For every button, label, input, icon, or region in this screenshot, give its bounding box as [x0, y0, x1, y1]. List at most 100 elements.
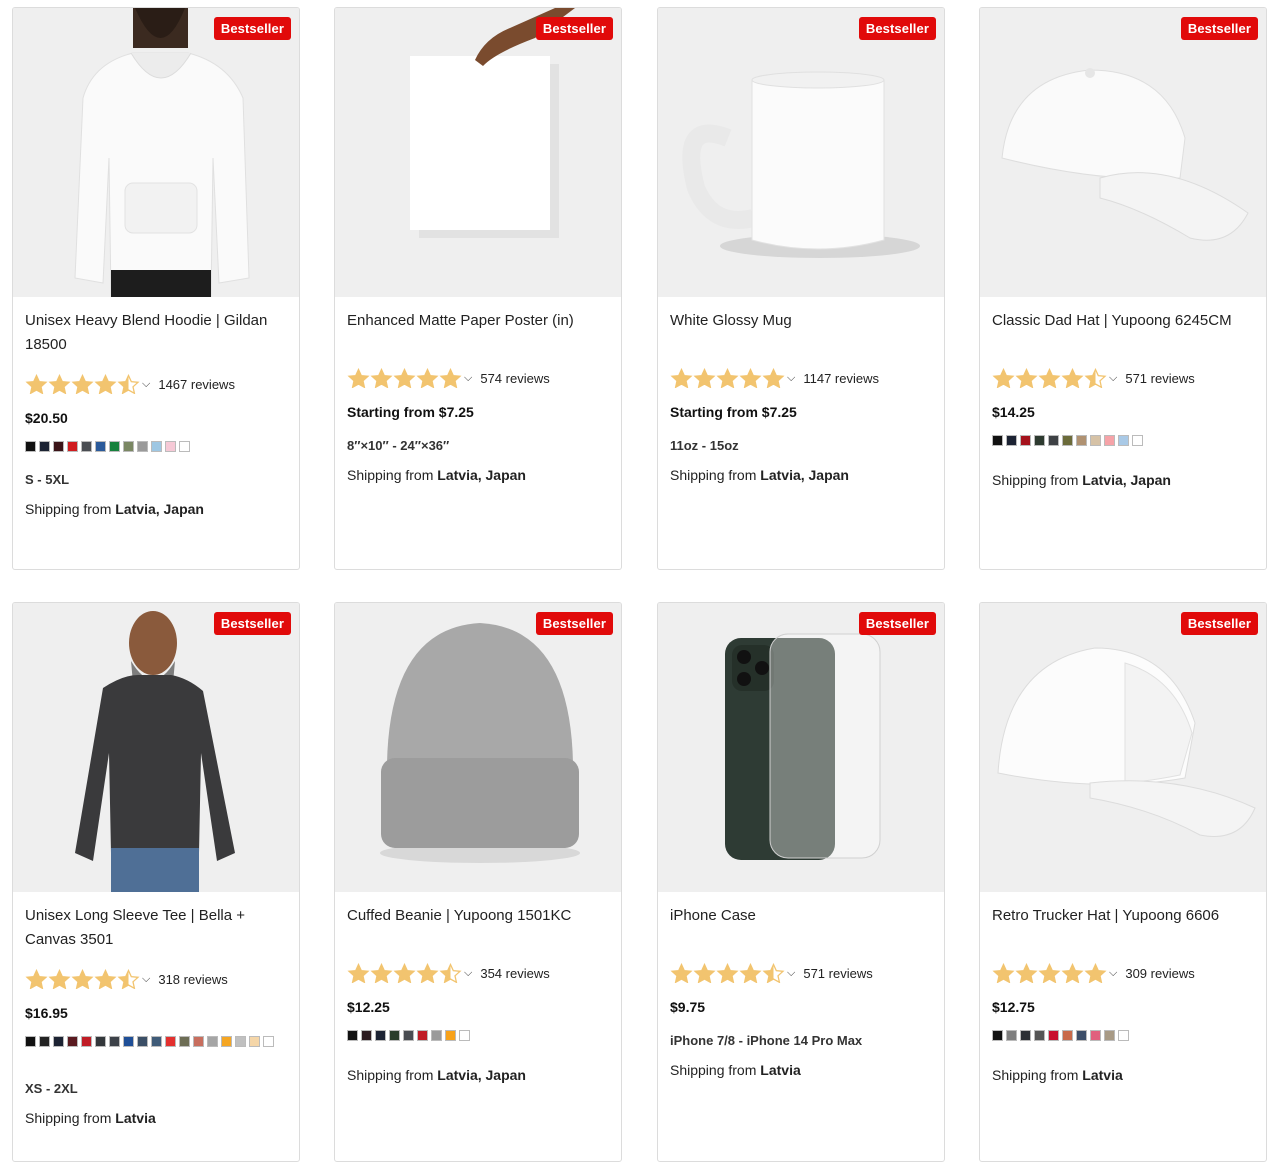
color-swatch[interactable]: [221, 1036, 232, 1047]
color-swatch[interactable]: [39, 1036, 50, 1047]
product-card[interactable]: Bestseller Retro Trucker Hat | Yupoong 6…: [979, 602, 1267, 1162]
color-swatch[interactable]: [165, 1036, 176, 1047]
color-swatch[interactable]: [417, 1030, 428, 1041]
color-swatch[interactable]: [109, 441, 120, 452]
color-swatch[interactable]: [123, 1036, 134, 1047]
color-swatch[interactable]: [992, 435, 1003, 446]
color-swatch[interactable]: [361, 1030, 372, 1041]
color-swatch[interactable]: [25, 1036, 36, 1047]
color-swatch[interactable]: [1006, 1030, 1017, 1041]
color-swatch[interactable]: [123, 441, 134, 452]
review-count[interactable]: 571 reviews: [803, 966, 872, 981]
color-swatch[interactable]: [67, 441, 78, 452]
color-swatch[interactable]: [389, 1030, 400, 1041]
product-image-mug[interactable]: Bestseller: [658, 8, 944, 297]
color-swatch[interactable]: [1104, 1030, 1115, 1041]
rating[interactable]: ⌵ 1147 reviews: [670, 368, 879, 388]
color-swatch[interactable]: [1034, 1030, 1045, 1041]
color-swatch[interactable]: [445, 1030, 456, 1041]
product-title[interactable]: Retro Trucker Hat | Yupoong 6606: [992, 904, 1254, 928]
color-swatch[interactable]: [137, 1036, 148, 1047]
product-card[interactable]: Bestseller White Glossy Mug ⌵ 1147 revie…: [657, 7, 945, 570]
color-swatch[interactable]: [81, 441, 92, 452]
chevron-down-icon[interactable]: ⌵: [787, 372, 795, 385]
color-swatch[interactable]: [1006, 435, 1017, 446]
color-swatch[interactable]: [347, 1030, 358, 1041]
color-swatch[interactable]: [1090, 1030, 1101, 1041]
product-title[interactable]: Enhanced Matte Paper Poster (in): [347, 309, 609, 333]
product-card[interactable]: Bestseller Classic Dad Hat | Yupoong 624…: [979, 7, 1267, 570]
color-swatch[interactable]: [459, 1030, 470, 1041]
product-image-trucker-hat[interactable]: Bestseller: [980, 603, 1266, 892]
color-swatch[interactable]: [235, 1036, 246, 1047]
product-image-dad-hat[interactable]: Bestseller: [980, 8, 1266, 297]
product-image-poster[interactable]: Bestseller: [335, 8, 621, 297]
rating[interactable]: ⌵ 571 reviews: [992, 368, 1195, 388]
product-card[interactable]: Bestseller Unisex Long Sleeve Tee | Bell…: [12, 602, 300, 1162]
color-swatch[interactable]: [1062, 435, 1073, 446]
product-title[interactable]: Unisex Heavy Blend Hoodie | Gildan 18500: [25, 309, 287, 357]
product-card[interactable]: Bestseller Cuffed Beanie | Yupoong 1501K…: [334, 602, 622, 1162]
color-swatch[interactable]: [375, 1030, 386, 1041]
color-swatch[interactable]: [1048, 1030, 1059, 1041]
color-swatch[interactable]: [207, 1036, 218, 1047]
color-swatch[interactable]: [165, 441, 176, 452]
review-count[interactable]: 1467 reviews: [158, 377, 235, 392]
color-swatch[interactable]: [1118, 435, 1129, 446]
product-image-long-sleeve-tee[interactable]: Bestseller: [13, 603, 299, 892]
chevron-down-icon[interactable]: ⌵: [464, 967, 472, 980]
color-swatch[interactable]: [1062, 1030, 1073, 1041]
review-count[interactable]: 574 reviews: [480, 371, 549, 386]
chevron-down-icon[interactable]: ⌵: [142, 973, 150, 986]
chevron-down-icon[interactable]: ⌵: [787, 967, 795, 980]
product-card[interactable]: Bestseller Unisex Heavy Blend Hoodie | G…: [12, 7, 300, 570]
rating[interactable]: ⌵ 354 reviews: [347, 963, 550, 983]
color-swatch[interactable]: [1020, 1030, 1031, 1041]
color-swatch[interactable]: [1034, 435, 1045, 446]
color-swatch[interactable]: [67, 1036, 78, 1047]
product-image-beanie[interactable]: Bestseller: [335, 603, 621, 892]
product-title[interactable]: iPhone Case: [670, 904, 932, 928]
product-image-iphone-case[interactable]: Bestseller: [658, 603, 944, 892]
chevron-down-icon[interactable]: ⌵: [464, 372, 472, 385]
review-count[interactable]: 318 reviews: [158, 972, 227, 987]
product-image-hoodie[interactable]: Bestseller: [13, 8, 299, 297]
color-swatch[interactable]: [151, 1036, 162, 1047]
color-swatch[interactable]: [137, 441, 148, 452]
color-swatch[interactable]: [179, 1036, 190, 1047]
rating[interactable]: ⌵ 1467 reviews: [25, 374, 235, 394]
color-swatch[interactable]: [431, 1030, 442, 1041]
color-swatch[interactable]: [95, 1036, 106, 1047]
product-card[interactable]: Bestseller Enhanced Matte Paper Poster (…: [334, 7, 622, 570]
color-swatch[interactable]: [39, 441, 50, 452]
color-swatch[interactable]: [53, 441, 64, 452]
product-title[interactable]: White Glossy Mug: [670, 309, 932, 333]
color-swatch[interactable]: [1104, 435, 1115, 446]
chevron-down-icon[interactable]: ⌵: [142, 378, 150, 391]
rating[interactable]: ⌵ 318 reviews: [25, 969, 228, 989]
color-swatch[interactable]: [179, 441, 190, 452]
chevron-down-icon[interactable]: ⌵: [1109, 967, 1117, 980]
review-count[interactable]: 571 reviews: [1125, 371, 1194, 386]
rating[interactable]: ⌵ 571 reviews: [670, 963, 873, 983]
color-swatch[interactable]: [193, 1036, 204, 1047]
color-swatch[interactable]: [1132, 435, 1143, 446]
review-count[interactable]: 354 reviews: [480, 966, 549, 981]
rating[interactable]: ⌵ 309 reviews: [992, 963, 1195, 983]
color-swatch[interactable]: [1020, 435, 1031, 446]
product-card[interactable]: Bestseller iPhone Case ⌵ 571 reviews $9.…: [657, 602, 945, 1162]
color-swatch[interactable]: [1076, 1030, 1087, 1041]
color-swatch[interactable]: [81, 1036, 92, 1047]
review-count[interactable]: 309 reviews: [1125, 966, 1194, 981]
review-count[interactable]: 1147 reviews: [803, 371, 879, 386]
color-swatch[interactable]: [109, 1036, 120, 1047]
color-swatch[interactable]: [249, 1036, 260, 1047]
color-swatch[interactable]: [151, 441, 162, 452]
color-swatch[interactable]: [263, 1036, 274, 1047]
product-title[interactable]: Unisex Long Sleeve Tee | Bella + Canvas …: [25, 904, 287, 952]
color-swatch[interactable]: [95, 441, 106, 452]
chevron-down-icon[interactable]: ⌵: [1109, 372, 1117, 385]
color-swatch[interactable]: [403, 1030, 414, 1041]
product-title[interactable]: Cuffed Beanie | Yupoong 1501KC: [347, 904, 609, 928]
color-swatch[interactable]: [25, 441, 36, 452]
